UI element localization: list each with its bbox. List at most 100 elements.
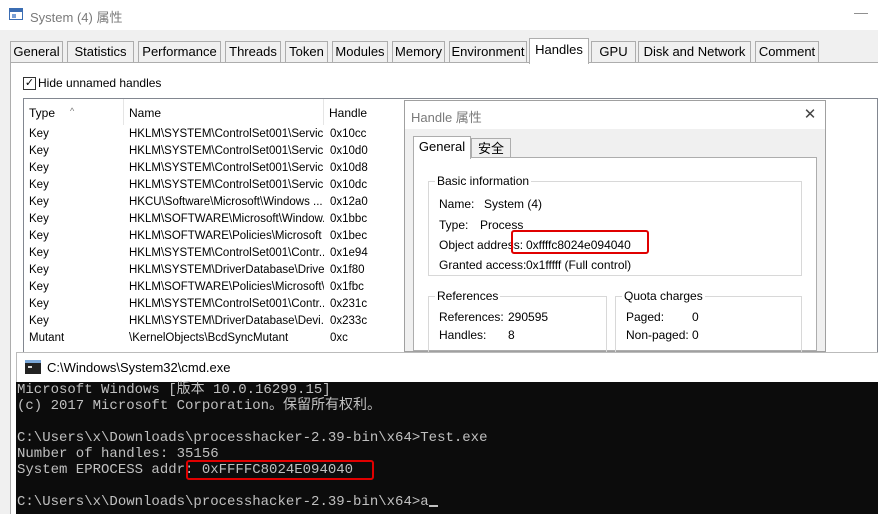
row-handle-cell: 0x10d0 [330, 145, 368, 157]
row-handle-cell: 0xc [330, 332, 348, 344]
row-name-cell: HKLM\SOFTWARE\Microsoft\Window... [129, 213, 324, 225]
row-type-cell: Key [29, 315, 49, 327]
eprocess-address-highlight [186, 460, 374, 480]
text-cursor [428, 505, 438, 507]
row-handle-cell: 0x233c [330, 315, 368, 327]
tab-statistics[interactable]: Statistics [67, 41, 134, 63]
quota-charges-title: Quota charges [622, 289, 705, 303]
tab-token[interactable]: Token [285, 41, 328, 63]
object-address-highlight [511, 230, 649, 254]
console-line: C:\Users\x\Downloads\processhacker-2.39-… [17, 430, 488, 446]
row-handle-cell: 0x10cc [330, 128, 367, 140]
references-value: 290595 [508, 310, 549, 324]
sort-ascending-icon: ^ [70, 106, 75, 116]
paged-label: Paged: [626, 310, 665, 324]
tab-handles[interactable]: Handles [529, 38, 589, 64]
basic-information-group: Basic information Name: System (4) Type:… [428, 174, 802, 276]
type-label: Type: [439, 218, 469, 232]
window-icon [9, 8, 23, 20]
row-name-cell: HKLM\SYSTEM\ControlSet001\Servic... [129, 128, 324, 140]
hide-unnamed-label: Hide unnamed handles [38, 76, 162, 90]
quota-charges-group: Quota charges Paged: 0 Non-paged: 0 [615, 289, 802, 352]
console-output[interactable]: Microsoft Windows [版本 10.0.16299.15] (c)… [16, 382, 878, 514]
row-type-cell: Key [29, 298, 49, 310]
row-handle-cell: 0x231c [330, 298, 368, 310]
tab-threads[interactable]: Threads [225, 41, 281, 63]
handles-value: 8 [508, 328, 515, 342]
name-label: Name: [439, 197, 475, 211]
column-header-handle[interactable]: Handle [324, 99, 404, 125]
nonpaged-value: 0 [692, 328, 699, 342]
row-type-cell: Key [29, 230, 49, 242]
minimize-button[interactable]: — [846, 4, 876, 24]
row-type-cell: Key [29, 145, 49, 157]
tab-memory[interactable]: Memory [392, 41, 445, 63]
row-type-cell: Mutant [29, 332, 65, 344]
row-handle-cell: 0x1bbc [330, 213, 368, 225]
tab-general[interactable]: General [10, 41, 63, 63]
tab-environment[interactable]: Environment [449, 41, 527, 63]
column-type-label: Type [29, 106, 56, 120]
handle-general-panel: Basic information Name: System (4) Type:… [413, 157, 817, 352]
row-handle-cell: 0x1f80 [330, 264, 365, 276]
row-type-cell: Key [29, 196, 49, 208]
column-header-name[interactable]: Name [124, 99, 324, 125]
column-header-type[interactable]: Type ^ [24, 99, 124, 125]
row-name-cell: HKLM\SYSTEM\ControlSet001\Contr... [129, 247, 324, 259]
handle-dialog-titlebar[interactable]: Handle 属性 ✕ [405, 101, 825, 129]
row-handle-cell: 0x10d8 [330, 162, 368, 174]
row-type-cell: Key [29, 213, 49, 225]
basic-information-title: Basic information [435, 174, 532, 188]
row-handle-cell: 0x1fbc [330, 281, 364, 293]
cmd-title: C:\Windows\System32\cmd.exe [47, 360, 231, 375]
row-name-cell: HKLM\SOFTWARE\Policies\Microsoft\... [129, 281, 324, 293]
handles-label: Handles: [439, 328, 487, 342]
granted-access-value: 0x1fffff (Full control) [526, 258, 632, 272]
granted-access-label: Granted access: [439, 258, 527, 272]
tab-comment[interactable]: Comment [755, 41, 819, 63]
console-prompt-line[interactable]: C:\Users\x\Downloads\processhacker-2.39-… [17, 494, 438, 510]
row-type-cell: Key [29, 247, 49, 259]
row-type-cell: Key [29, 179, 49, 191]
tab-handle-general[interactable]: General [413, 136, 471, 159]
console-line: (c) 2017 Microsoft Corporation。保留所有权利。 [17, 398, 382, 414]
row-type-cell: Key [29, 128, 49, 140]
row-handle-cell: 0x10dc [330, 179, 368, 191]
row-name-cell: HKLM\SOFTWARE\Policies\Microsoft [129, 230, 322, 242]
references-label: References: [439, 310, 504, 324]
handle-dialog-title: Handle 属性 [411, 110, 482, 125]
main-titlebar[interactable]: System (4) 属性 — [0, 0, 878, 30]
row-name-cell: \KernelObjects\BcdSyncMutant [129, 332, 289, 344]
name-value: System (4) [484, 197, 543, 211]
tab-modules[interactable]: Modules [332, 41, 388, 63]
close-icon[interactable]: ✕ [799, 105, 821, 125]
paged-value: 0 [692, 310, 699, 324]
row-name-cell: HKLM\SYSTEM\DriverDatabase\Devi... [129, 315, 324, 327]
row-handle-cell: 0x1e94 [330, 247, 368, 259]
references-group: References References: 290595 Handles: 8 [428, 289, 607, 352]
console-prompt: C:\Users\x\Downloads\processhacker-2.39-… [17, 494, 429, 510]
tab-gpu[interactable]: GPU [591, 41, 636, 63]
row-name-cell: HKLM\SYSTEM\ControlSet001\Servic... [129, 179, 324, 191]
row-type-cell: Key [29, 162, 49, 174]
row-name-cell: HKLM\SYSTEM\ControlSet001\Servic... [129, 162, 324, 174]
tab-performance[interactable]: Performance [138, 41, 221, 63]
cmd-window: C:\Windows\System32\cmd.exe Microsoft Wi… [16, 352, 878, 514]
checkmark-icon[interactable]: ✓ [23, 77, 36, 90]
handle-properties-dialog: Handle 属性 ✕ General 安全 Basic information… [404, 100, 826, 352]
row-name-cell: HKLM\SYSTEM\ControlSet001\Servic... [129, 145, 324, 157]
row-handle-cell: 0x12a0 [330, 196, 368, 208]
console-line: Microsoft Windows [版本 10.0.16299.15] [17, 382, 331, 398]
row-name-cell: HKLM\SYSTEM\ControlSet001\Contr... [129, 298, 324, 310]
references-title: References [435, 289, 501, 303]
terminal-icon [25, 360, 41, 374]
main-window-title: System (4) 属性 [30, 10, 123, 25]
nonpaged-label: Non-paged: [626, 328, 689, 342]
row-type-cell: Key [29, 264, 49, 276]
row-name-cell: HKLM\SYSTEM\DriverDatabase\Drive... [129, 264, 324, 276]
row-type-cell: Key [29, 281, 49, 293]
cmd-titlebar[interactable]: C:\Windows\System32\cmd.exe [16, 352, 878, 382]
tab-disk-and-network[interactable]: Disk and Network [638, 41, 751, 63]
row-handle-cell: 0x1bec [330, 230, 368, 242]
row-name-cell: HKCU\Software\Microsoft\Windows ... [129, 196, 323, 208]
